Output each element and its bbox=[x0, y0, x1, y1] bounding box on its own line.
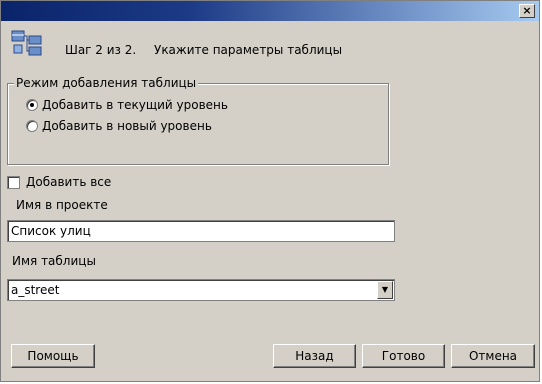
help-button[interactable]: Помощь bbox=[11, 344, 95, 368]
table-name-select[interactable]: a_street ▼ bbox=[7, 279, 395, 301]
project-name-input[interactable]: Список улиц bbox=[7, 220, 395, 242]
add-all-checkbox-row[interactable]: Добавить все bbox=[7, 175, 111, 189]
step-indicator: Шаг 2 из 2. bbox=[65, 43, 137, 57]
close-icon: × bbox=[522, 4, 532, 17]
cancel-button[interactable]: Отмена bbox=[451, 344, 535, 368]
title-bar[interactable]: × bbox=[1, 1, 539, 21]
radio-button[interactable] bbox=[26, 120, 38, 132]
close-button[interactable]: × bbox=[519, 4, 535, 18]
radio-label: Добавить в новый уровень bbox=[42, 119, 212, 133]
table-tree-icon bbox=[11, 30, 45, 58]
radio-label: Добавить в текущий уровень bbox=[42, 98, 228, 112]
mode-group-legend: Режим добавления таблицы bbox=[14, 76, 199, 90]
add-all-checkbox[interactable] bbox=[7, 175, 20, 189]
table-name-label: Имя таблицы bbox=[12, 254, 96, 268]
radio-current-level[interactable]: Добавить в текущий уровень bbox=[26, 98, 228, 112]
done-button[interactable]: Готово bbox=[362, 344, 445, 368]
radio-new-level[interactable]: Добавить в новый уровень bbox=[26, 119, 212, 133]
chevron-down-icon[interactable]: ▼ bbox=[377, 281, 393, 299]
project-name-label: Имя в проекте bbox=[16, 198, 108, 212]
dialog-window: × Шаг 2 из 2. Укажите параметры таблицы … bbox=[0, 0, 540, 382]
back-button[interactable]: Назад bbox=[273, 344, 356, 368]
page-title: Укажите параметры таблицы bbox=[154, 43, 343, 57]
add-all-label: Добавить все bbox=[26, 175, 112, 189]
table-name-value: a_street bbox=[11, 283, 60, 297]
radio-button-checked[interactable] bbox=[26, 99, 38, 111]
